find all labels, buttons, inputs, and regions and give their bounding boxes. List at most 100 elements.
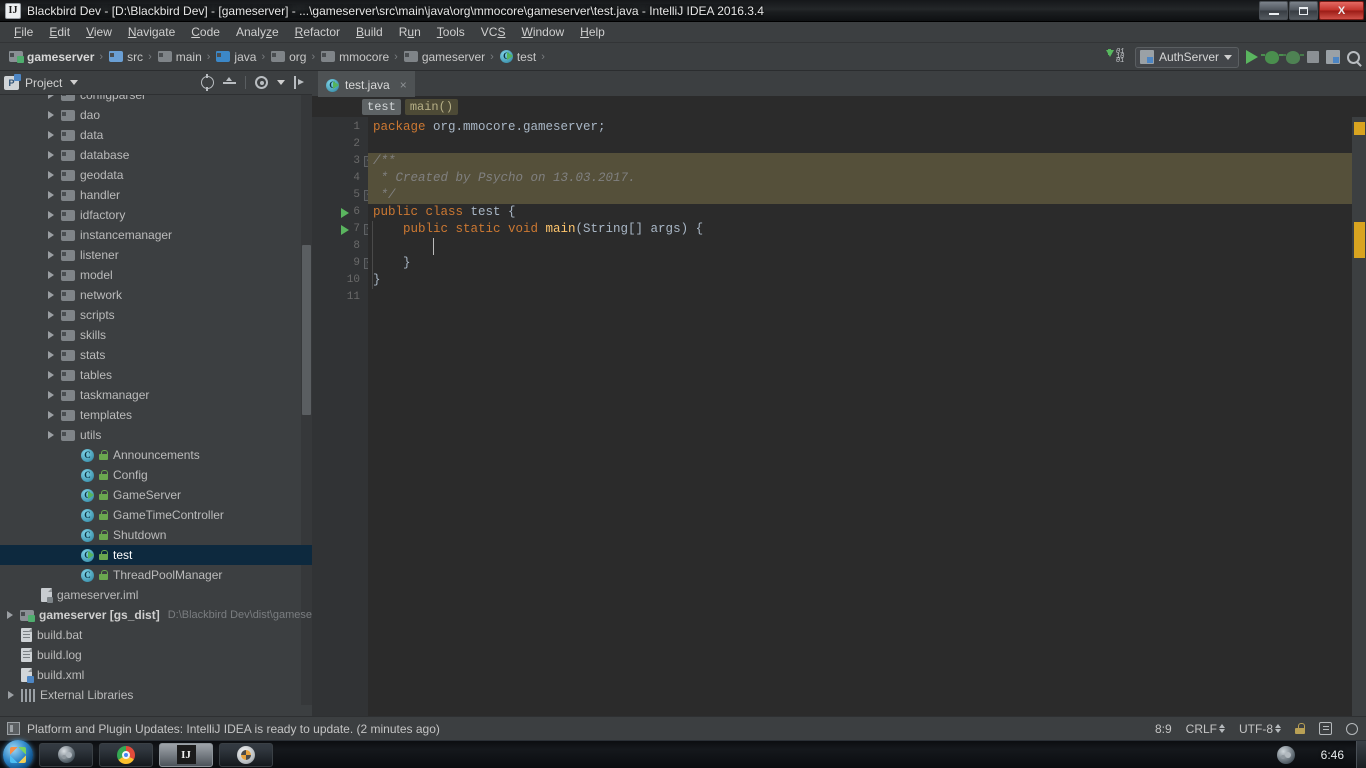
caret-position[interactable]: 8:9 — [1155, 722, 1172, 736]
menu-edit[interactable]: Edit — [41, 23, 78, 41]
expand-arrow-icon[interactable] — [8, 691, 14, 699]
tree-item-dao[interactable]: dao — [0, 105, 312, 125]
menu-navigate[interactable]: Navigate — [120, 23, 183, 41]
expand-arrow-icon[interactable] — [48, 171, 54, 179]
menu-view[interactable]: View — [78, 23, 120, 41]
breadcrumb-class-test[interactable]: test — [362, 99, 401, 115]
code-line[interactable]: */ — [368, 187, 1356, 204]
tree-item-data[interactable]: data — [0, 125, 312, 145]
tree-item-config[interactable]: C Config — [0, 465, 312, 485]
select-opened-file-icon[interactable] — [201, 74, 214, 91]
code-line[interactable] — [368, 289, 1366, 306]
line-separator-selector[interactable]: CRLF — [1186, 722, 1225, 736]
tree-item-listener[interactable]: listener — [0, 245, 312, 265]
code-line[interactable]: public class test { — [368, 204, 1366, 221]
breadcrumb-gameserver[interactable]: gameserver — [6, 49, 96, 65]
expand-arrow-icon[interactable] — [48, 151, 54, 159]
code-line[interactable]: package org.mmocore.gameserver; — [368, 119, 1366, 136]
tree-item-templates[interactable]: templates — [0, 405, 312, 425]
layout-button[interactable] — [1326, 50, 1340, 64]
tree-item-scripts[interactable]: scripts — [0, 305, 312, 325]
close-button[interactable]: X — [1319, 1, 1364, 20]
code-line[interactable]: /** — [368, 153, 1356, 170]
menu-tools[interactable]: Tools — [429, 23, 473, 41]
run-with-coverage-button[interactable] — [1282, 50, 1304, 64]
tree-item-model[interactable]: model — [0, 265, 312, 285]
tree-item-skills[interactable]: skills — [0, 325, 312, 345]
breadcrumb-src[interactable]: src — [106, 49, 145, 65]
expand-arrow-icon[interactable] — [48, 251, 54, 259]
tree-item-idfactory[interactable]: idfactory — [0, 205, 312, 225]
tab-test-java[interactable]: C test.java × — [318, 71, 415, 97]
expand-arrow-icon[interactable] — [48, 351, 54, 359]
intellij-taskbar-button[interactable]: IJ — [159, 742, 213, 767]
code-line[interactable]: } — [368, 255, 1366, 272]
encoding-selector[interactable]: UTF-8 — [1239, 722, 1281, 736]
expand-arrow-icon[interactable] — [48, 391, 54, 399]
menu-run[interactable]: Run — [391, 23, 429, 41]
breadcrumb-main[interactable]: main — [155, 49, 204, 65]
marker-warning[interactable] — [1354, 122, 1365, 135]
tree-item-taskmanager[interactable]: taskmanager — [0, 385, 312, 405]
breadcrumb-mmocore[interactable]: mmocore — [318, 49, 391, 65]
breadcrumb-java[interactable]: java — [213, 49, 258, 65]
expand-arrow-icon[interactable] — [48, 191, 54, 199]
menu-code[interactable]: Code — [183, 23, 228, 41]
minimize-button[interactable] — [1259, 1, 1288, 20]
tree-item-shutdown[interactable]: C Shutdown — [0, 525, 312, 545]
tree-item-test[interactable]: Ctest — [0, 545, 312, 565]
editor-gutter[interactable]: 1234567891011−−−− — [312, 117, 375, 716]
close-icon[interactable]: × — [400, 78, 407, 92]
tree-item-threadpoolmanager[interactable]: C ThreadPoolManager — [0, 565, 312, 585]
tree-item-build-xml[interactable]: build.xml — [0, 665, 312, 685]
tree-item-gameserver-iml[interactable]: gameserver.iml — [0, 585, 312, 605]
menu-window[interactable]: Window — [513, 23, 572, 41]
expand-arrow-icon[interactable] — [48, 331, 54, 339]
expand-arrow-icon[interactable] — [48, 111, 54, 119]
expand-arrow-icon[interactable] — [48, 371, 54, 379]
tree-item-gameserver[interactable]: C GameServer — [0, 485, 312, 505]
run-button[interactable] — [1246, 50, 1258, 64]
notification-icon[interactable] — [7, 722, 20, 735]
tree-item-external-libraries[interactable]: External Libraries — [0, 685, 312, 705]
tree-item-configparser[interactable]: configparser — [0, 95, 312, 105]
chevron-down-icon[interactable] — [70, 80, 79, 85]
stop-button[interactable] — [1307, 51, 1319, 63]
tree-item-handler[interactable]: handler — [0, 185, 312, 205]
expand-arrow-icon[interactable] — [7, 611, 14, 619]
collapse-all-icon[interactable] — [223, 76, 236, 89]
expand-arrow-icon[interactable] — [48, 411, 54, 419]
menu-analyze[interactable]: Analyze — [228, 23, 287, 41]
tree-item-build-bat[interactable]: build.bat — [0, 625, 312, 645]
clock[interactable]: 6:46 — [1321, 748, 1344, 762]
media-player-taskbar-button[interactable] — [219, 742, 273, 767]
marker-warning[interactable] — [1354, 222, 1365, 258]
code-line[interactable]: * Created by Psycho on 13.03.2017. — [368, 170, 1356, 187]
lock-icon[interactable] — [1295, 723, 1305, 734]
project-tree[interactable]: configparser dao data database geodata handle… — [0, 95, 312, 705]
show-desktop-button[interactable] — [1356, 741, 1366, 768]
expand-arrow-icon[interactable] — [48, 231, 54, 239]
tree-item-instancemanager[interactable]: instancemanager — [0, 225, 312, 245]
settings-gear-icon[interactable] — [255, 76, 268, 89]
breadcrumb-method-main[interactable]: main() — [404, 99, 459, 115]
run-gutter-icon[interactable] — [341, 208, 349, 218]
menu-help[interactable]: Help — [572, 23, 613, 41]
tree-item-utils[interactable]: utils — [0, 425, 312, 445]
run-configuration-selector[interactable]: AuthServer — [1134, 46, 1239, 68]
hierarchy-icon[interactable] — [1319, 722, 1332, 735]
code-line[interactable] — [368, 136, 1366, 153]
hide-icon[interactable] — [294, 76, 307, 89]
tree-item-gametimecontroller[interactable]: C GameTimeController — [0, 505, 312, 525]
expand-arrow-icon[interactable] — [48, 211, 54, 219]
breadcrumb-gameserver-pkg[interactable]: gameserver — [401, 49, 487, 65]
expand-arrow-icon[interactable] — [48, 95, 54, 99]
update-indicator-icon[interactable]: 01 10 01 — [1105, 49, 1128, 65]
tree-item-announcements[interactable]: C Announcements — [0, 445, 312, 465]
expand-arrow-icon[interactable] — [48, 131, 54, 139]
chevron-down-icon[interactable] — [277, 80, 285, 85]
code-line[interactable]: } — [368, 272, 1366, 289]
code-line[interactable]: public static void main(String[] args) { — [368, 221, 1366, 238]
debug-button[interactable] — [1261, 50, 1283, 64]
maximize-button[interactable] — [1289, 1, 1318, 20]
